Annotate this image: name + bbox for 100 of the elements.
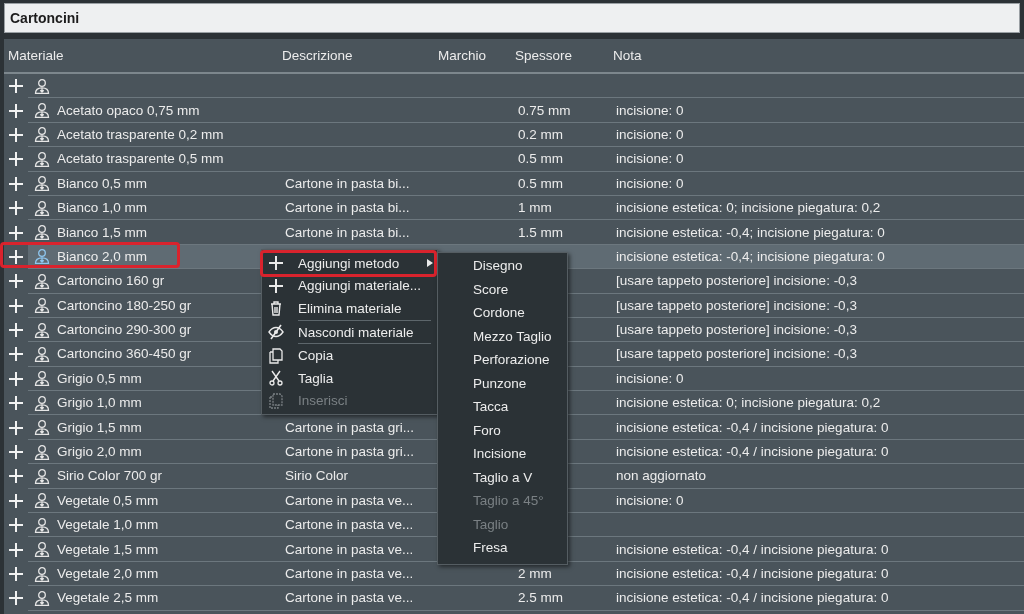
expand-icon[interactable] — [9, 591, 23, 606]
person-icon — [34, 321, 50, 338]
expand-icon[interactable] — [9, 542, 23, 557]
table-row[interactable]: Vegetale 2,5 mm Cartone in pasta ve... 2.5 mm incisione estetica: -0,4 / incisione piegatura: 0 — [4, 586, 1024, 611]
table-cell: Bianco 1,0 mm — [57, 200, 148, 216]
table-cell-text: [usare tappeto posteriore] incisione: -0,3 — [615, 322, 858, 338]
table-cell-text: Cartone in pasta bi... — [284, 175, 411, 191]
table-cell: Acetato opaco 0,75 mm — [57, 102, 200, 118]
table-cell: Cartoncino 290-300 gr — [57, 322, 192, 338]
table-cell: Grigio 1,5 mm — [57, 419, 142, 435]
expand-icon[interactable] — [9, 493, 23, 508]
table-row[interactable]: Bianco 1,5 mm Cartone in pasta bi... 1.5 mm incisione estetica: -0,4; incisione piegatura: 0 — [4, 220, 1024, 245]
menu-item[interactable]: Fresa — [438, 536, 567, 560]
menu-item[interactable]: Cordone — [438, 301, 567, 325]
person-icon — [34, 77, 50, 94]
expand-icon[interactable] — [9, 445, 23, 460]
menu-item[interactable]: Disegno — [438, 254, 567, 278]
table-row[interactable]: Bianco 0,5 mm Cartone in pasta bi... 0.5 mm incisione: 0 — [4, 171, 1024, 196]
table-cell-text: 2.5 mm — [517, 590, 564, 606]
expand-icon[interactable] — [9, 396, 23, 411]
person-icon — [34, 492, 50, 509]
menu-item[interactable]: Copia — [262, 344, 437, 367]
menu-item[interactable]: Aggiungi materiale... — [262, 274, 437, 298]
menu-item[interactable]: Mezzo Taglio — [438, 324, 567, 348]
person-icon — [34, 102, 50, 119]
expand-icon[interactable] — [9, 420, 23, 435]
table-cell-text: incisione estetica: -0,4 / incisione piegatura: 0 — [615, 419, 890, 435]
menu-item[interactable]: Elimina materiale — [262, 297, 437, 320]
table-cell-text: [usare tappeto posteriore] incisione: -0,3 — [615, 273, 858, 289]
table-row[interactable]: Acetato trasparente 0,5 mm 0.5 mm incisione: 0 — [4, 147, 1024, 172]
expand-icon[interactable] — [9, 176, 23, 191]
table-cell-text: Cartone in pasta bi... — [284, 200, 411, 216]
table-cell-text: 2 mm — [517, 566, 553, 581]
person-icon — [34, 224, 50, 241]
table-cell-text: 1.5 mm — [517, 224, 564, 240]
menu-item[interactable]: Incisione — [438, 442, 567, 466]
expand-icon[interactable] — [9, 298, 23, 313]
expand-icon[interactable] — [9, 274, 23, 289]
expand-icon[interactable] — [9, 152, 23, 167]
expand-icon[interactable] — [9, 127, 23, 142]
window-title: Cartoncini — [4, 3, 1020, 33]
table-cell: Cartoncino 160 gr — [57, 273, 165, 289]
expand-icon[interactable] — [9, 469, 23, 484]
column-header[interactable]: Materiale — [4, 48, 278, 63]
scissors-icon — [268, 370, 284, 387]
person-icon — [34, 370, 50, 387]
table-cell-text: [usare tappeto posteriore] incisione: -0,3 — [615, 346, 858, 362]
menu-item[interactable]: Taglia — [262, 366, 437, 390]
column-header[interactable]: Spessore — [511, 48, 609, 63]
expand-icon[interactable] — [9, 518, 23, 533]
plus-icon — [268, 277, 284, 294]
person-icon — [34, 467, 50, 484]
table-cell: Cartoncino 360-450 gr — [57, 346, 192, 362]
menu-item[interactable]: Taglio a V — [438, 465, 567, 489]
table-cell-text: incisione: 0 — [615, 126, 685, 142]
table-cell-text: 0.2 mm — [517, 126, 564, 142]
person-icon — [34, 126, 50, 143]
table-cell: Acetato trasparente 0,2 mm — [57, 126, 224, 142]
expand-icon[interactable] — [9, 201, 23, 216]
menu-item[interactable]: Score — [438, 277, 567, 301]
trash-icon — [268, 300, 284, 317]
menu-item[interactable]: Punzone — [438, 371, 567, 395]
table-cell-text: incisione estetica: -0,4 / incisione piegatura: 0 — [615, 566, 890, 581]
table-row[interactable]: Acetato trasparente 0,2 mm 0.2 mm incisione: 0 — [4, 122, 1024, 148]
table-cell-text: incisione estetica: -0,4 / incisione piegatura: 0 — [615, 541, 890, 557]
table-cell-text: incisione estetica: -0,4 / incisione piegatura: 0 — [615, 444, 890, 460]
table-cell: Bianco 2,0 mm — [57, 248, 148, 264]
table-cell: Grigio 0,5 mm — [57, 370, 142, 386]
expand-icon[interactable] — [9, 79, 23, 94]
eye-slash-icon — [268, 324, 284, 341]
person-icon — [34, 541, 50, 558]
menu-item[interactable]: Nascondi materiale — [262, 320, 437, 344]
expand-icon[interactable] — [9, 323, 23, 338]
table-cell: Acetato trasparente 0,5 mm — [57, 151, 224, 167]
table-row[interactable]: Bianco 1,0 mm Cartone in pasta bi... 1 mm incisione estetica: 0; incisione piegatura: 0,2 — [4, 195, 1024, 221]
column-header[interactable]: Descrizione — [278, 48, 434, 63]
table-cell: Vegetale 2,0 mm — [57, 566, 159, 581]
expand-icon[interactable] — [9, 567, 23, 581]
expand-icon[interactable] — [9, 347, 23, 362]
table-cell-text: [usare tappeto posteriore] incisione: -0,3 — [615, 297, 858, 313]
person-icon — [34, 199, 50, 216]
expand-icon[interactable] — [9, 103, 23, 118]
table-row[interactable]: Acetato opaco 0,75 mm 0.75 mm incisione: 0 — [4, 98, 1024, 123]
person-icon — [34, 346, 50, 362]
table-cell-text: incisione: 0 — [615, 102, 685, 118]
person-icon — [34, 297, 50, 314]
expand-icon[interactable] — [9, 225, 23, 240]
menu-item[interactable]: Foro — [438, 418, 567, 442]
column-header[interactable]: Marchio — [434, 48, 511, 63]
column-header[interactable]: Nota — [609, 48, 1024, 63]
person-icon — [34, 589, 50, 606]
person-icon — [34, 419, 50, 436]
expand-icon[interactable] — [9, 371, 23, 386]
menu-item[interactable]: Perforazione — [438, 348, 567, 372]
table-cell: Cartoncino 180-250 gr — [57, 297, 192, 313]
table-cell-text: incisione: 0 — [615, 370, 685, 386]
table-cell-text: Cartone in pasta ve... — [284, 517, 415, 533]
menu-item[interactable]: Tacca — [438, 395, 567, 419]
menu-item[interactable]: Aggiungi metodo — [262, 252, 437, 275]
expand-icon[interactable] — [9, 249, 23, 264]
